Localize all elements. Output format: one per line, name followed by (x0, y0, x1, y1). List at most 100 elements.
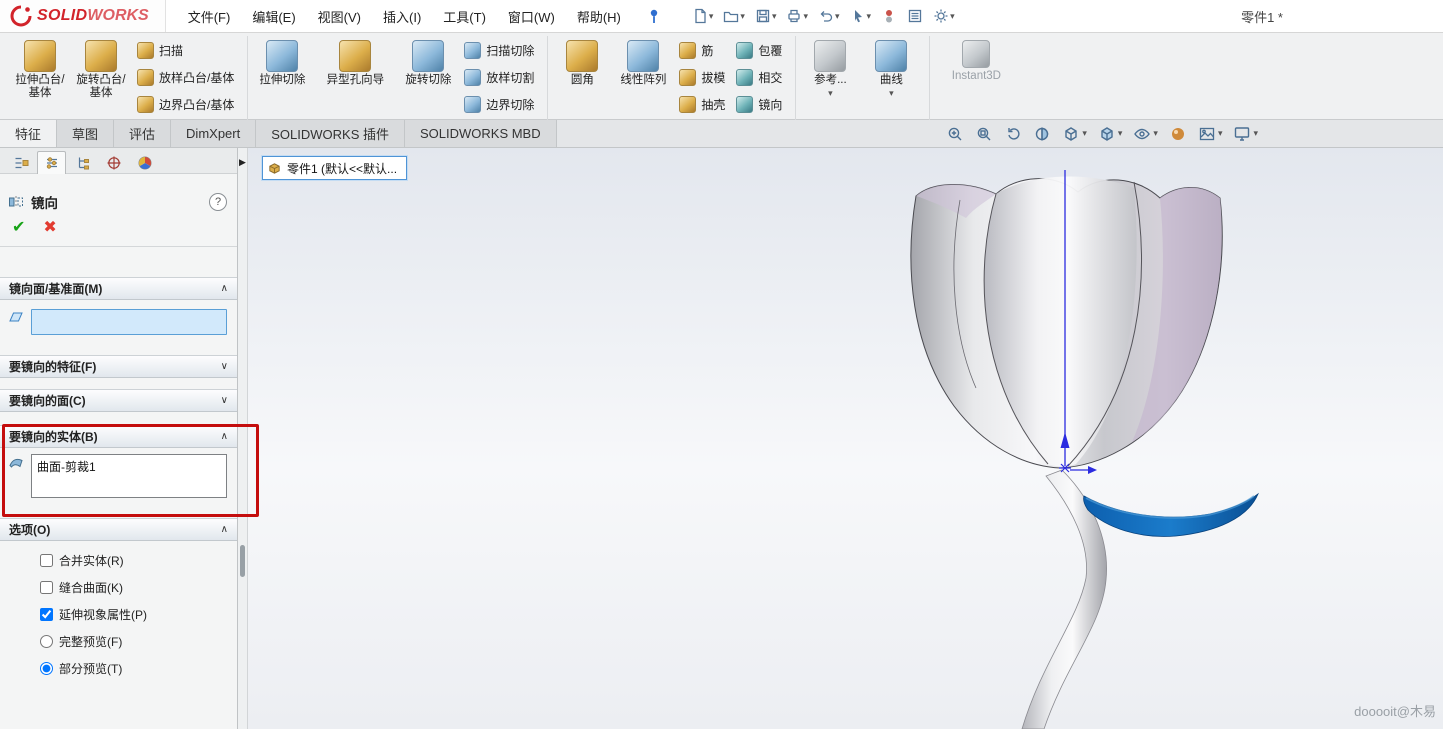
partial-preview-radio[interactable] (40, 662, 53, 675)
ribbon-button-extrude-cut[interactable]: 拉伸切除 (253, 38, 311, 89)
caret-icon[interactable]: ▾ (950, 12, 955, 21)
option-full-preview[interactable]: 完整预览(F) (0, 628, 237, 655)
graphics-viewport[interactable]: 零件1 (默认<<默认... (248, 148, 1443, 729)
edit-appearance-button[interactable] (1169, 125, 1187, 143)
section-mirror-plane[interactable]: 镜向面/基准面(M) ∧ (0, 277, 237, 300)
caret-icon[interactable]: ▾ (1253, 129, 1258, 138)
tab-evaluate[interactable]: 评估 (114, 120, 171, 147)
tab-property-manager[interactable] (37, 151, 66, 174)
ribbon-button-revolve-boss[interactable]: 旋转凸台/基体 (72, 38, 130, 102)
ribbon-button-curves[interactable]: 曲线 ▾ (862, 38, 920, 100)
cancel-button[interactable]: ✖ (43, 220, 56, 236)
ribbon-button-loft[interactable]: 放样凸台/基体 (133, 65, 238, 89)
caret-icon[interactable]: ▾ (1153, 129, 1158, 138)
ribbon-button-reference-geometry[interactable]: 参考... ▾ (801, 38, 859, 100)
option-partial-preview[interactable]: 部分预览(T) (0, 655, 237, 682)
caret-icon[interactable]: ▾ (772, 12, 777, 21)
menu-file[interactable]: 文件(F) (178, 3, 241, 30)
caret-icon[interactable]: ▾ (835, 12, 840, 21)
ribbon-button-extrude-boss[interactable]: 拉伸凸台/基体 (11, 38, 69, 102)
menu-help[interactable]: 帮助(H) (567, 3, 631, 30)
flyout-expand-icon[interactable]: ▶ (239, 158, 246, 167)
model-canvas[interactable]: dooooit@木易 (248, 148, 1443, 729)
section-view-button[interactable] (1033, 125, 1051, 143)
section-faces-to-mirror[interactable]: 要镜向的面(C) ∨ (0, 389, 237, 412)
section-options[interactable]: 选项(O) ∧ (0, 518, 237, 541)
caret-icon[interactable]: ▾ (709, 12, 714, 21)
tab-features[interactable]: 特征 (0, 120, 57, 147)
undo-button[interactable]: ▾ (815, 6, 843, 26)
mirror-plane-selection-box[interactable] (31, 309, 227, 335)
merge-solids-checkbox[interactable] (40, 554, 53, 567)
propagate-visual-properties-checkbox[interactable] (40, 608, 53, 621)
ribbon-button-shell[interactable]: 抽壳 (675, 92, 729, 116)
tab-configuration-manager[interactable] (68, 151, 97, 174)
ribbon-button-sweep-cut[interactable]: 扫描切除 (460, 38, 538, 62)
caret-icon[interactable]: ▾ (803, 12, 808, 21)
option-knit-surfaces[interactable]: 缝合曲面(K) (0, 574, 237, 601)
caret-icon[interactable]: ▾ (1118, 129, 1123, 138)
ribbon-button-intersect[interactable]: 相交 (732, 65, 786, 89)
display-style-button[interactable]: ▾ (1098, 125, 1123, 143)
print-button[interactable]: ▾ (783, 6, 811, 26)
tab-solidworks-addins[interactable]: SOLIDWORKS 插件 (256, 120, 405, 147)
hide-show-items-button[interactable]: ▾ (1133, 125, 1158, 143)
zoom-area-button[interactable] (975, 125, 993, 143)
ribbon-button-boundary-cut[interactable]: 边界切除 (460, 92, 538, 116)
selected-body-item[interactable]: 曲面-剪裁1 (37, 458, 221, 475)
ribbon-button-instant3d[interactable]: Instant3D (935, 38, 1017, 85)
view-settings-button[interactable]: ▾ (1233, 125, 1258, 143)
save-button[interactable]: ▾ (752, 6, 780, 26)
ribbon-button-draft[interactable]: 拔模 (675, 65, 729, 89)
file-properties-button[interactable] (904, 6, 926, 26)
previous-view-button[interactable] (1004, 125, 1022, 143)
caret-icon[interactable]: ▾ (740, 12, 745, 21)
menu-view[interactable]: 视图(V) (308, 3, 371, 30)
option-propagate-visual-properties[interactable]: 延伸视象属性(P) (0, 601, 237, 628)
section-bodies-to-mirror[interactable]: 要镜向的实体(B) ∧ (0, 425, 237, 448)
ribbon-button-wrap[interactable]: 包覆 (732, 38, 786, 62)
ribbon-button-loft-cut[interactable]: 放样切割 (460, 65, 538, 89)
tab-sketch[interactable]: 草图 (57, 120, 114, 147)
ribbon-button-sweep[interactable]: 扫描 (133, 38, 238, 62)
tab-dimxpert[interactable]: DimXpert (171, 120, 256, 147)
option-merge-solids[interactable]: 合并实体(R) (0, 547, 237, 574)
view-orientation-button[interactable]: ▾ (1062, 125, 1087, 143)
splitter-handle[interactable] (240, 545, 245, 577)
knit-surfaces-checkbox[interactable] (40, 581, 53, 594)
caret-icon[interactable]: ▾ (1218, 129, 1223, 138)
ribbon-button-boundary-boss[interactable]: 边界凸台/基体 (133, 92, 238, 116)
ribbon-button-linear-pattern[interactable]: 线性阵列 (614, 38, 672, 89)
tab-display-manager[interactable] (130, 151, 159, 174)
caret-icon[interactable]: ▾ (1082, 129, 1087, 138)
flyout-feature-tree-root[interactable]: 零件1 (默认<<默认... (262, 156, 407, 180)
tab-solidworks-mbd[interactable]: SOLIDWORKS MBD (405, 120, 557, 147)
ribbon-button-rib[interactable]: 筋 (675, 38, 729, 62)
new-document-button[interactable]: ▾ (689, 6, 717, 26)
pm-actions: ✔ ✖ (0, 218, 237, 247)
full-preview-radio[interactable] (40, 635, 53, 648)
open-button[interactable]: ▾ (720, 6, 748, 26)
zoom-fit-button[interactable] (946, 125, 964, 143)
menu-edit[interactable]: 编辑(E) (242, 3, 305, 30)
menu-tools[interactable]: 工具(T) (433, 3, 496, 30)
menu-insert[interactable]: 插入(I) (373, 3, 431, 30)
pin-menu-icon[interactable] (647, 8, 661, 24)
select-button[interactable]: ▾ (847, 6, 875, 26)
apply-scene-button[interactable]: ▾ (1198, 125, 1223, 143)
tab-dimxpert-manager[interactable] (99, 151, 128, 174)
caret-icon[interactable]: ▾ (867, 12, 872, 21)
ribbon-button-fillet[interactable]: 圆角 (553, 38, 611, 89)
ok-button[interactable]: ✔ (12, 220, 25, 236)
ribbon-button-mirror[interactable]: 镜向 (732, 92, 786, 116)
tab-feature-manager[interactable] (6, 151, 35, 174)
rebuild-button[interactable] (878, 6, 900, 26)
menu-window[interactable]: 窗口(W) (498, 3, 565, 30)
options-button[interactable]: ▾ (930, 6, 958, 26)
ribbon-button-revolve-cut[interactable]: 旋转切除 (399, 38, 457, 89)
section-features-to-mirror[interactable]: 要镜向的特征(F) ∨ (0, 355, 237, 378)
bodies-selection-list[interactable]: 曲面-剪裁1 (31, 454, 227, 498)
panel-splitter[interactable]: ▶ (238, 148, 248, 729)
ribbon-button-hole-wizard[interactable]: 异型孔向导 (314, 38, 396, 89)
help-icon[interactable]: ? (209, 193, 227, 211)
